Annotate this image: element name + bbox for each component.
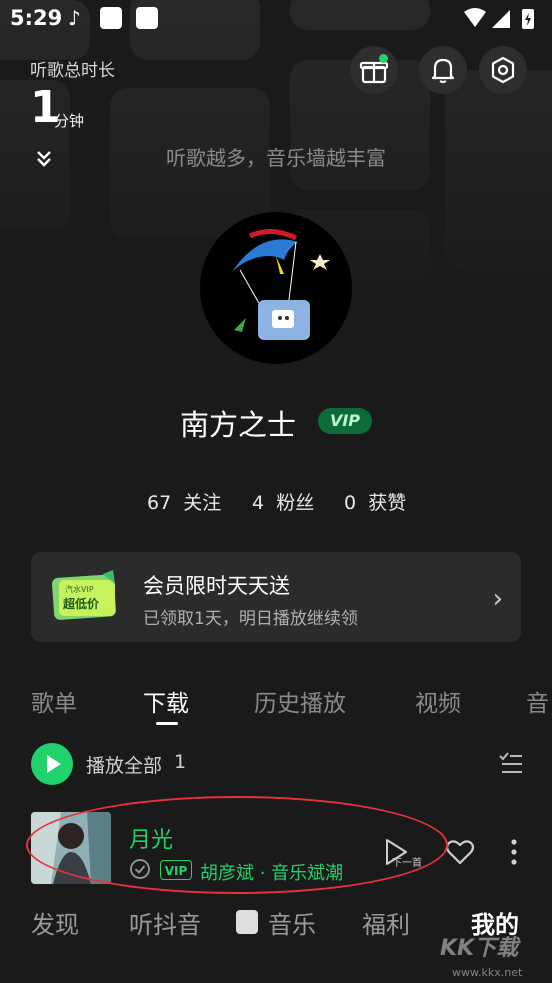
heart-icon[interactable] — [445, 838, 475, 866]
watermark-url: www.kkx.net — [452, 966, 523, 979]
music-note-icon: ♪ — [68, 6, 81, 30]
tab-audio[interactable]: 音 — [526, 684, 549, 718]
gift-button[interactable] — [350, 46, 398, 94]
nav-douyin[interactable]: 听抖音 — [129, 905, 201, 940]
stat-followers[interactable]: 4 粉丝 — [252, 488, 314, 515]
stat-count: 0 — [344, 492, 357, 514]
tab-playlists[interactable]: 歌单 — [31, 684, 77, 718]
listen-time-unit: 分钟 — [54, 112, 85, 130]
bell-icon — [431, 58, 455, 84]
tab-indicator — [156, 722, 178, 725]
list-manage-icon[interactable] — [498, 752, 524, 776]
avatar-image — [232, 229, 330, 340]
username: 南方之士 — [180, 408, 297, 442]
vip-coupon-image: 汽水VIP 超低价 — [52, 570, 116, 620]
tab-videos[interactable]: 视频 — [415, 684, 461, 718]
promo-subtitle: 已领取1天，明日播放继续领 — [143, 609, 358, 629]
gear-icon — [491, 56, 515, 84]
stat-label: 粉丝 — [276, 492, 315, 514]
status-time: 5:29 — [10, 6, 63, 30]
tab-downloads[interactable]: 下载 — [143, 684, 189, 718]
nav-discover[interactable]: 发现 — [31, 905, 79, 940]
notification-icon — [100, 7, 122, 29]
vip-promo-banner[interactable]: 汽水VIP 超低价 会员限时天天送 已领取1天，明日播放继续领 › — [31, 552, 521, 642]
wall-hint: 听歌越多，音乐墙越丰富 — [166, 146, 386, 170]
notification-button[interactable] — [419, 46, 467, 94]
stat-count: 4 — [252, 492, 265, 514]
nav-music[interactable]: 音乐 — [268, 905, 316, 940]
play-all-button[interactable] — [31, 743, 73, 785]
listen-time-label: 听歌总时长 — [30, 61, 115, 81]
coupon-line2: 超低价 — [62, 596, 100, 611]
notification-icon — [136, 7, 158, 29]
stat-label: 关注 — [183, 492, 222, 514]
notification-dot — [379, 54, 388, 63]
stat-likes[interactable]: 0 获赞 — [344, 488, 406, 515]
nav-welfare[interactable]: 福利 — [362, 905, 410, 940]
play-all-label[interactable]: 播放全部 — [86, 751, 162, 778]
coupon-line1: 汽水VIP — [65, 584, 94, 594]
stat-following[interactable]: 67 关注 — [147, 488, 221, 515]
annotation-ellipse — [26, 796, 448, 894]
watermark: KK下载 — [440, 936, 519, 961]
play-all-count: 1 — [174, 751, 187, 773]
status-bar: 5:29 ♪ — [0, 0, 552, 38]
more-vertical-icon[interactable] — [506, 836, 522, 868]
play-icon — [47, 755, 61, 773]
promo-title: 会员限时天天送 — [143, 574, 290, 598]
music-tab-icon — [236, 910, 258, 934]
system-status-icons — [464, 8, 534, 29]
stat-count: 67 — [147, 492, 172, 514]
chevron-right-icon: › — [492, 584, 503, 614]
settings-button[interactable] — [479, 46, 527, 94]
avatar[interactable] — [200, 212, 352, 364]
tab-history[interactable]: 历史播放 — [254, 684, 346, 718]
stat-label: 获赞 — [368, 492, 407, 514]
vip-badge[interactable]: VIP — [318, 408, 372, 434]
